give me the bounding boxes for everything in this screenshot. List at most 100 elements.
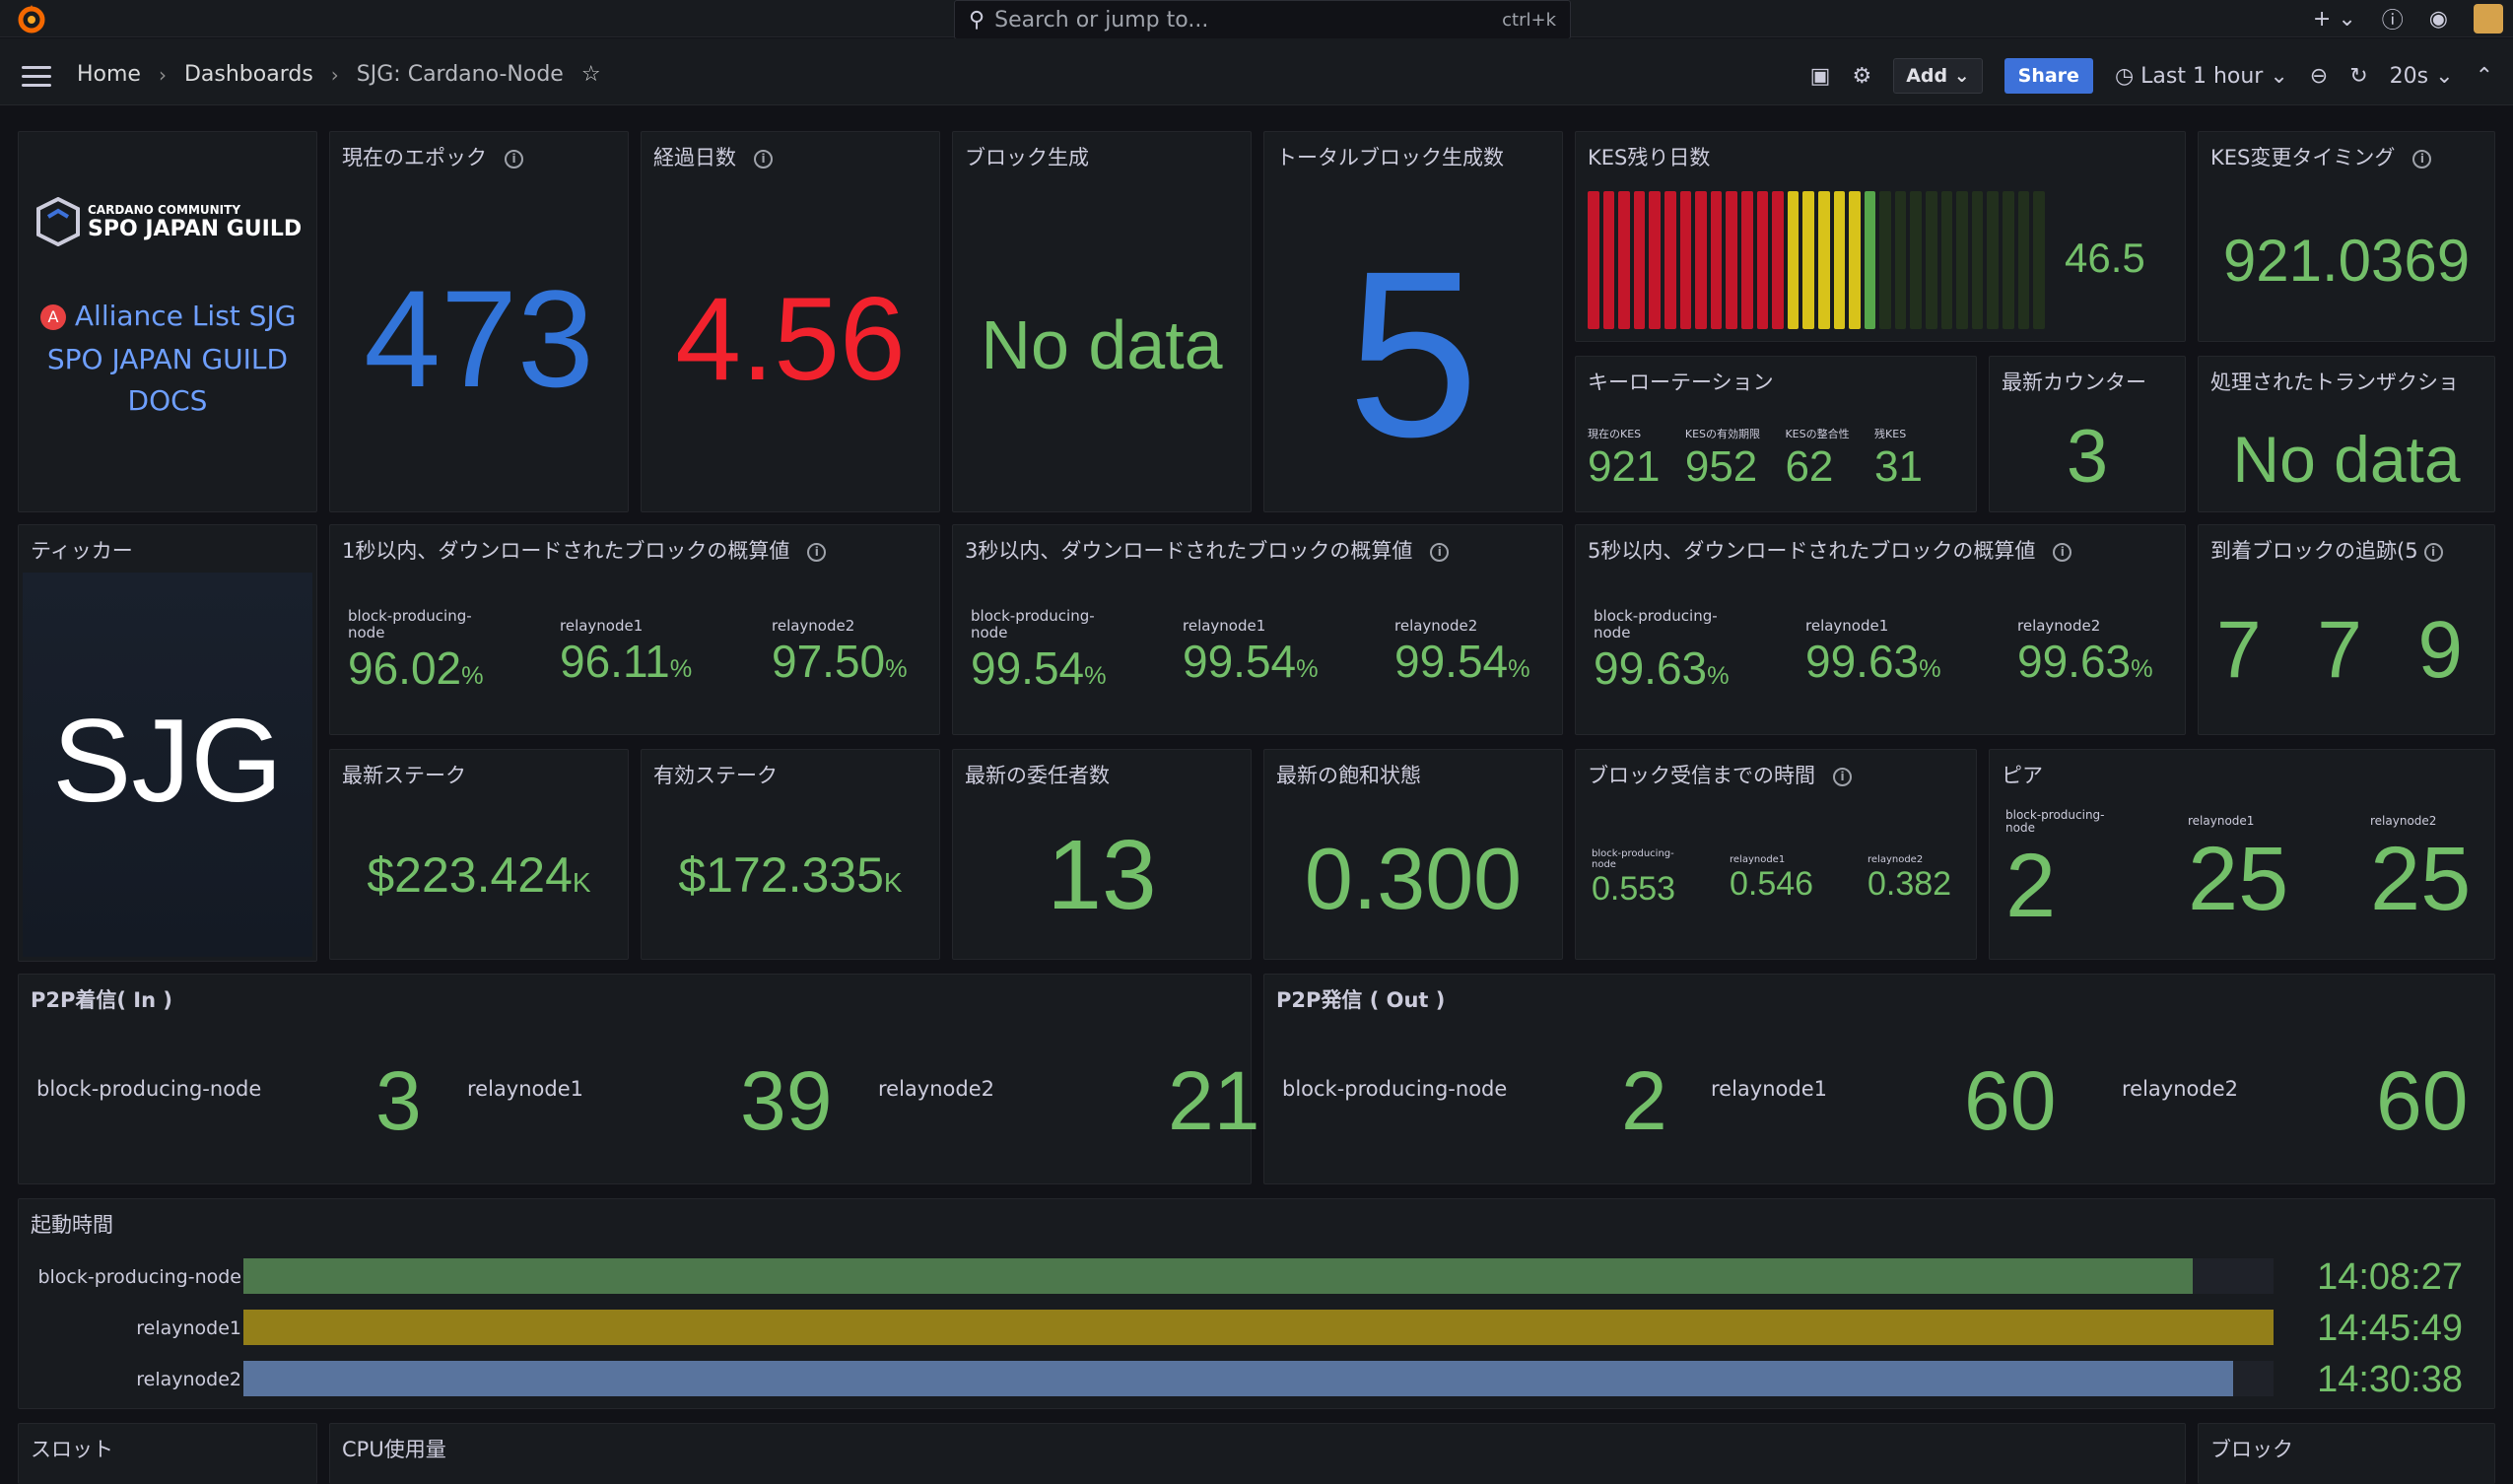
- dl1-item: relaynode1 96.11%: [560, 608, 747, 695]
- stake-panel: 最新ステーク $223.424K: [329, 749, 629, 960]
- panel-title: 1秒以内、ダウンロードされたブロックの概算値 i: [342, 535, 827, 565]
- counter-value: 3: [2066, 415, 2109, 499]
- item-label: relaynode2: [1868, 854, 1924, 865]
- search-bar[interactable]: ⚲ Search or jump to... ctrl+k: [954, 0, 1571, 39]
- bar-track: [243, 1258, 2274, 1294]
- block-gen-value: No data: [981, 306, 1223, 383]
- share-button[interactable]: Share: [2004, 58, 2093, 94]
- item-value: 99.63%: [1805, 635, 1993, 688]
- plus-icon[interactable]: + ⌄: [2313, 7, 2356, 32]
- collapse-icon[interactable]: ⌃: [2476, 64, 2493, 89]
- key-rotation-panel: キーローテーション 現在のKES 921 KESの有効期限 952 KESの整合性 6…: [1575, 356, 1977, 512]
- dl1-values: block-producing- node 96.02% relaynode1 96…: [348, 608, 919, 695]
- time-range-picker[interactable]: ◷ Last 1 hour ⌄: [2115, 64, 2288, 89]
- kes-gauge-cell: [1956, 191, 1968, 329]
- panel-title: ブロック受信までの時間 i: [1588, 760, 1852, 789]
- kes-gauge-cell: [1740, 191, 1753, 329]
- item-value: 0.553: [1592, 870, 1676, 908]
- dl5-item: relaynode2 99.63%: [2017, 608, 2165, 695]
- ticker-panel: ティッカー SJG: [18, 524, 317, 962]
- guild-logo-icon: [36, 197, 80, 246]
- item-label: KESの整合性: [1785, 428, 1850, 440]
- dl1-title: 1秒以内、ダウンロードされたブロックの概算値: [342, 539, 790, 563]
- bar-track: [243, 1361, 2274, 1396]
- block-gen-panel: ブロック生成 No data: [952, 131, 1252, 512]
- info-icon[interactable]: i: [2423, 542, 2443, 562]
- help-icon[interactable]: ⓘ: [2382, 3, 2404, 34]
- info-icon[interactable]: i: [807, 542, 827, 562]
- kes-gauge-cell: [1864, 191, 1876, 329]
- dl5-item: block-producing- node 99.63%: [1594, 608, 1781, 695]
- docs-link[interactable]: DOCS: [19, 384, 316, 417]
- item-label: relaynode2: [2370, 814, 2437, 828]
- info-icon[interactable]: i: [505, 149, 523, 169]
- p2p-out-title: P2P発信 ( Out ): [1276, 988, 1446, 1012]
- epoch-title: 現在のエポック: [342, 146, 487, 169]
- add-button[interactable]: Add ⌄: [1893, 58, 1983, 94]
- alliance-link[interactable]: A Alliance List SJG: [40, 300, 306, 332]
- item-value: 921: [1588, 442, 1661, 491]
- menu-icon[interactable]: [22, 66, 51, 87]
- kes-bar-gauge: [1588, 191, 2045, 329]
- grafana-logo-icon[interactable]: [16, 2, 47, 35]
- uptime-row: relaynode2 14:30:38: [19, 1359, 2492, 1400]
- breadcrumb-dashboards[interactable]: Dashboards: [184, 62, 313, 87]
- item-label: relaynode1: [1711, 1077, 1827, 1101]
- days-value: 4.56: [675, 273, 906, 405]
- active-stake-panel: 有効ステーク $172.335K: [641, 749, 940, 960]
- kes-gauge-cell: [1588, 191, 1599, 329]
- star-icon[interactable]: ☆: [581, 62, 601, 87]
- delegators-panel: 最新の委任者数 13: [952, 749, 1252, 960]
- p2p-out-row: block-producing-node 2 relaynode1 60 rel…: [1282, 1053, 2494, 1147]
- refresh-icon[interactable]: ↻: [2349, 64, 2367, 89]
- info-icon[interactable]: i: [1833, 767, 1852, 786]
- kes-gauge-cell: [1649, 191, 1661, 329]
- stake-title: 最新ステーク: [342, 764, 466, 787]
- item-label: 現在のKES: [1588, 428, 1642, 440]
- item-label: relaynode2: [1394, 617, 1478, 635]
- bar-fill: [243, 1258, 2193, 1294]
- item-value: 99.54%: [971, 641, 1158, 695]
- refresh-interval[interactable]: 20s ⌄: [2390, 64, 2454, 89]
- value-unit: %: [1296, 655, 1319, 683]
- item-label: relaynode1: [467, 1077, 583, 1101]
- kes-gauge-cell: [1633, 191, 1646, 329]
- kes-gauge-cell: [1833, 191, 1846, 329]
- bar-fill: [243, 1361, 2233, 1396]
- stake-number: $223.424: [367, 847, 573, 903]
- info-icon[interactable]: i: [754, 149, 773, 169]
- item-value: 99.63%: [2017, 635, 2165, 688]
- bar-track: [243, 1310, 2274, 1345]
- time-range-label: Last 1 hour: [2140, 63, 2264, 89]
- top-right-icons: + ⌄ ⓘ ◉: [2313, 0, 2513, 37]
- refresh-interval-label: 20s: [2389, 63, 2429, 89]
- info-icon[interactable]: i: [2053, 542, 2072, 562]
- download-3s-panel: 3秒以内、ダウンロードされたブロックの概算値 i block-producing-…: [952, 524, 1563, 735]
- arrival-value: 9: [2417, 605, 2463, 695]
- peer-item: relaynode2 25: [2370, 809, 2488, 938]
- info-icon[interactable]: i: [2412, 149, 2432, 169]
- rss-icon[interactable]: ◉: [2429, 7, 2448, 32]
- kes-gauge-cell: [1926, 191, 1937, 329]
- item-value: 2: [2005, 836, 2057, 936]
- panel-title: 現在のエポック i: [342, 142, 523, 171]
- ticker-value: SJG: [52, 695, 283, 827]
- item-value: 25: [2370, 829, 2472, 929]
- p2p-in-row: block-producing-node 3 relaynode1 39 rel…: [36, 1053, 1259, 1147]
- item-value: 60: [2376, 1054, 2469, 1147]
- avatar[interactable]: [2474, 4, 2503, 34]
- value-number: 99.63: [1594, 642, 1708, 694]
- kes-gauge-cell: [1971, 191, 1984, 329]
- save-icon[interactable]: ▣: [1810, 64, 1831, 89]
- guild-link[interactable]: SPO JAPAN GUILD: [19, 343, 316, 375]
- kes-gauge-cell: [2017, 191, 2030, 329]
- breadcrumb-home[interactable]: Home: [77, 62, 141, 87]
- search-shortcut: ctrl+k: [1502, 9, 1556, 31]
- gear-icon[interactable]: ⚙: [1852, 64, 1871, 89]
- tx-panel: 処理されたトランザクショ No data: [2198, 356, 2495, 512]
- delegators-title: 最新の委任者数: [965, 764, 1110, 787]
- zoom-out-icon[interactable]: ⊖: [2310, 64, 2328, 89]
- info-icon[interactable]: i: [1430, 542, 1450, 562]
- row-value: 14:45:49: [2317, 1308, 2463, 1349]
- total-blocks-title: トータルブロック生成数: [1276, 146, 1504, 169]
